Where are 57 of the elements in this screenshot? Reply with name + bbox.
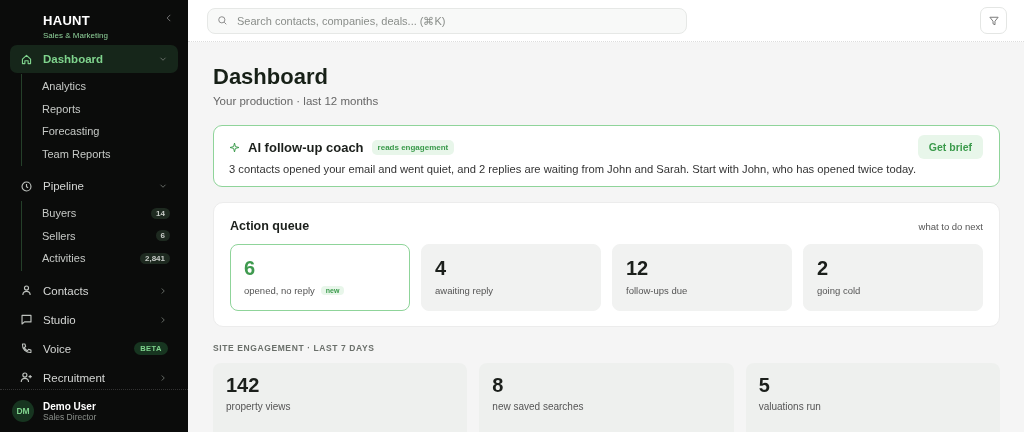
user-name: Demo User [43,400,97,412]
add-person-icon [20,371,33,384]
collapse-icon[interactable] [164,13,174,23]
coach-title: AI follow-up coach [248,139,364,155]
nav-item[interactable]: Dashboard [10,45,178,73]
nav-item[interactable]: Pipeline [10,172,178,200]
nav-subitem[interactable]: Analytics [42,75,178,98]
sparkle-icon [229,141,240,153]
section-heading: SITE ENGAGEMENT · LAST 7 DAYS [213,343,376,353]
stat-label: valuations run [758,401,822,412]
coach-message: 3 contacts opened your email and went quiet, and 2 replies are waiting from John and Sarah. Start with John, who has opened twice today. [229,163,917,175]
page-title: Dashboard [213,64,329,90]
queue-tile[interactable]: 4 awaiting reply [421,244,601,311]
filter-icon [987,14,1000,27]
nav-subitem[interactable]: Reports [42,97,178,120]
nav-item[interactable]: Contacts [10,276,178,305]
stat-label: new saved searches [492,401,585,412]
queue-count: 4 [435,257,448,280]
nav-subitem[interactable]: Activities 2,841 [42,247,178,270]
phone-icon [20,342,33,355]
page-subtitle: Your production · last 12 months [213,95,380,107]
search-field[interactable]: Search contacts, companies, deals... (⌘K) [207,7,687,34]
nav-subitem[interactable]: Forecasting [42,120,178,143]
stat-value: 142 [226,374,261,397]
stat-value: 5 [758,374,771,397]
stat-label: property views [226,401,292,412]
queue-tile[interactable]: 12 follow-ups due [612,244,792,311]
nav-subitem[interactable]: Sellers 6 [42,224,178,247]
queue-count: 2 [817,257,830,280]
filter-button[interactable] [980,7,1007,34]
section-title: Action queue [230,219,310,233]
search-icon [217,15,228,26]
stat-value: 8 [492,374,505,397]
queue-tile[interactable]: 2 going cold [803,244,983,311]
clock-icon [20,179,33,193]
queue-count: 6 [244,257,257,280]
nav-subitem[interactable]: Team Reports [42,142,178,165]
queue-label: follow-ups due [626,285,688,296]
queue-label: going cold [817,285,861,296]
nav-item[interactable]: Recruitment [10,363,178,389]
chat-icon [20,313,33,326]
next-steps-link[interactable]: what to do next [918,220,983,232]
person-icon [20,284,33,297]
nav-subitem[interactable]: Buyers 14 [42,202,178,225]
brand-subtitle: Sales & Marketing [43,31,108,40]
count-badge: 2,841 [139,252,170,264]
user-role: Sales Director [43,411,97,422]
queue-label: awaiting reply [435,285,494,296]
queue-label: opened, no reply [244,285,315,296]
user-avatar: DM [12,400,34,422]
home-icon [20,52,33,66]
engagement-tag: reads engagement [371,139,455,155]
queue-count: 12 [626,257,650,280]
count-badge: 6 [155,230,170,242]
count-badge: 14 [151,207,170,219]
brand-name: HAUNT [43,13,91,28]
nav-item[interactable]: Studio [10,305,178,334]
